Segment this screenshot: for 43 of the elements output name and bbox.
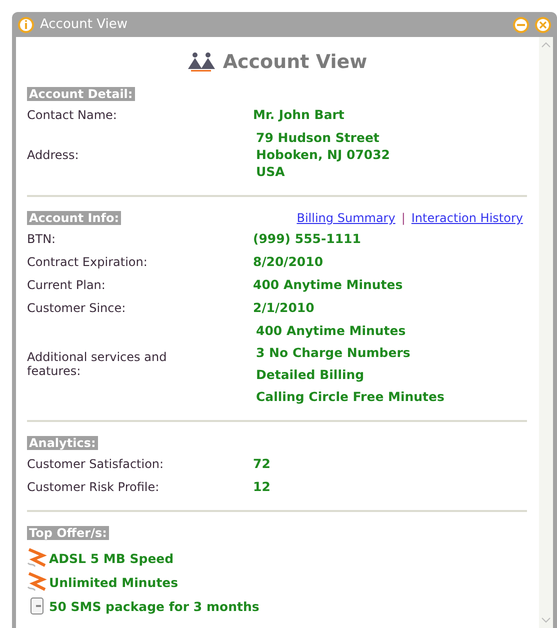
offer-label: ADSL 5 MB Speed — [49, 550, 174, 566]
field-value: Mr. John Bart — [253, 107, 346, 122]
field-value: 400 Anytime Minutes — [253, 277, 404, 292]
field-value: Calling Circle Free Minutes — [256, 389, 446, 404]
close-icon[interactable] — [535, 16, 551, 32]
field-value: Hoboken, NJ 07032 — [256, 147, 391, 162]
field-label: Customer Risk Profile: — [27, 480, 160, 494]
plug-icon — [27, 572, 47, 592]
field-label: Customer Satisfaction: — [27, 456, 165, 470]
field-label: Current Plan: — [27, 278, 106, 292]
interaction-history-link[interactable]: Interaction History — [411, 211, 523, 225]
field-label: BTN: — [27, 232, 57, 246]
section-title: Analytics: — [27, 436, 98, 450]
section-title: Account Detail: — [27, 87, 135, 101]
field-value: USA — [256, 164, 286, 179]
minimize-icon[interactable] — [513, 16, 529, 32]
offer-label: 50 SMS package for 3 months — [49, 598, 260, 614]
info-icon[interactable] — [18, 16, 34, 32]
field-value: Detailed Billing — [256, 367, 366, 382]
field-label: Contact Name: — [27, 108, 118, 122]
scroll-up-icon[interactable] — [541, 41, 551, 49]
field-value: 12 — [253, 479, 272, 494]
field-label: Customer Since: — [27, 300, 127, 314]
section-title: Top Offer/s: — [27, 526, 109, 540]
field-label: Additional services and features: — [27, 350, 168, 378]
field-value: (999) 555-1111 — [253, 231, 362, 246]
people-icon — [186, 52, 217, 72]
link-separator: | — [401, 211, 406, 225]
field-value: 8/20/2010 — [253, 254, 324, 269]
field-value: 72 — [253, 456, 272, 471]
field-value: 3 No Charge Numbers — [256, 345, 412, 360]
section-title: Account Info: — [27, 211, 122, 225]
field-value: 400 Anytime Minutes — [256, 323, 407, 338]
field-label: Address: — [27, 148, 80, 162]
offer-label: Unlimited Minutes — [49, 574, 178, 590]
field-value: 79 Hudson Street — [256, 130, 380, 145]
page-heading: Account View — [222, 51, 368, 73]
scroll-down-icon[interactable] — [541, 616, 551, 624]
field-label: Contract Expiration: — [27, 254, 148, 268]
window-title: Account View — [40, 17, 128, 32]
plug-icon — [27, 548, 47, 568]
billing-summary-link[interactable]: Billing Summary — [296, 211, 396, 225]
field-value: 2/1/2010 — [253, 300, 316, 315]
